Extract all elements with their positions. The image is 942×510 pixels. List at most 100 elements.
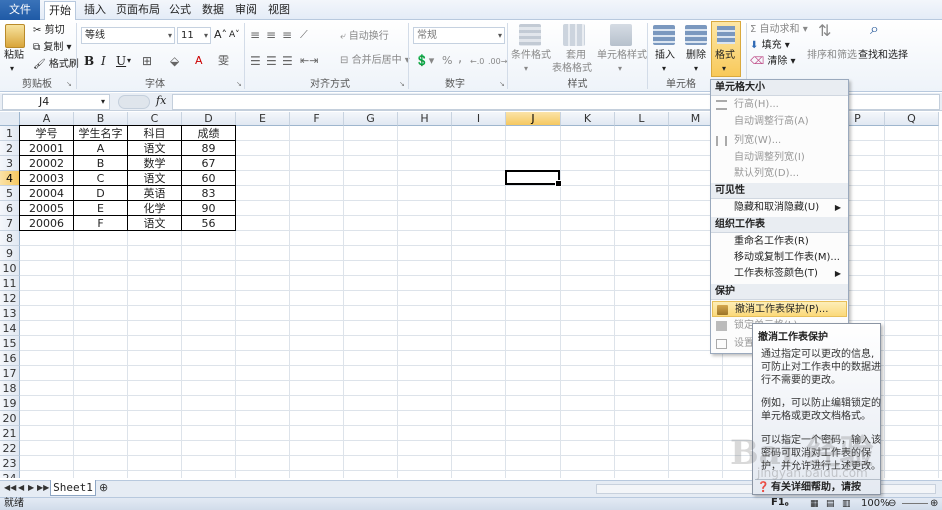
column-header-j[interactable]: J [506, 112, 561, 126]
column-header-k[interactable]: K [561, 112, 615, 126]
next-sheet-icon[interactable]: ▶ [28, 483, 34, 492]
column-header-q[interactable]: Q [885, 112, 939, 126]
row-header-3[interactable]: 3 [0, 156, 20, 171]
row-header-4[interactable]: 4 [0, 171, 20, 186]
tab-review[interactable]: 审阅 [231, 1, 261, 20]
cell-styles-icon[interactable] [610, 24, 632, 46]
row-header-24[interactable]: 24 [0, 471, 20, 478]
row-header-8[interactable]: 8 [0, 231, 20, 246]
insert-cells-icon[interactable] [653, 25, 675, 45]
page-layout-view-icon[interactable]: ▤ [826, 498, 835, 510]
copy-button[interactable]: ⧉ 复制 ▾ [33, 41, 72, 55]
bold-button[interactable]: B [84, 54, 94, 68]
column-header-d[interactable]: D [182, 112, 236, 126]
column-header-l[interactable]: L [615, 112, 669, 126]
column-header-a[interactable]: A [20, 112, 74, 126]
menu-item-tab-color[interactable]: 工作表标签颜色(T) ▶ [712, 266, 847, 282]
table-cell[interactable]: B [74, 156, 128, 171]
column-header-g[interactable]: G [344, 112, 398, 126]
align-center-icon[interactable]: ☰ [266, 54, 277, 68]
table-format-icon[interactable] [563, 24, 585, 46]
table-cell[interactable]: C [74, 171, 128, 186]
font-launcher-icon[interactable]: ↘ [236, 80, 242, 88]
table-cell[interactable]: 20006 [20, 216, 74, 231]
active-cell-j4[interactable] [505, 170, 562, 187]
increase-decimal-icon[interactable]: ←.0 [470, 55, 484, 69]
tab-data[interactable]: 数据 [198, 1, 228, 20]
phonetic-icon[interactable]: 雯 [218, 54, 229, 68]
insert-cells-button[interactable]: 插入 [655, 49, 675, 63]
select-all-corner[interactable] [0, 112, 20, 126]
number-launcher-icon[interactable]: ↘ [499, 80, 505, 88]
paste-icon[interactable] [5, 24, 25, 48]
tab-file[interactable]: 文件 [0, 0, 40, 20]
row-header-19[interactable]: 19 [0, 396, 20, 411]
wrap-text-button[interactable]: ⤶ 自动换行 [340, 30, 389, 44]
font-name-combo[interactable]: 等线 ▾ [81, 27, 175, 44]
tab-view[interactable]: 视图 [264, 1, 294, 20]
menu-item-autofit-col[interactable]: 自动调整列宽(I) [712, 150, 847, 166]
row-header-1[interactable]: 1 [0, 126, 20, 141]
indent-icon[interactable]: ⇤⇥ [300, 54, 318, 68]
first-sheet-icon[interactable]: ◀◀ [4, 483, 16, 492]
shrink-font-button[interactable]: A˅ [229, 28, 240, 42]
comma-button[interactable]: , [458, 52, 462, 66]
last-sheet-icon[interactable]: ▶▶ [37, 483, 49, 492]
menu-item-unprotect-sheet[interactable]: 撤消工作表保护(P)... [712, 301, 847, 317]
table-header-cell[interactable]: 学生名字 [74, 126, 128, 141]
page-break-view-icon[interactable]: ▥ [842, 498, 851, 510]
row-header-15[interactable]: 15 [0, 336, 20, 351]
sort-filter-icon[interactable]: ⇅ [818, 23, 831, 39]
percent-button[interactable]: % [442, 54, 452, 68]
table-cell[interactable]: 20004 [20, 186, 74, 201]
column-header-f[interactable]: F [290, 112, 344, 126]
sort-filter-button[interactable]: 排序和筛选 [807, 49, 857, 63]
column-header-i[interactable]: I [452, 112, 506, 126]
table-header-cell[interactable]: 成绩 [182, 126, 236, 141]
font-color-icon[interactable]: A [195, 54, 203, 68]
row-header-2[interactable]: 2 [0, 141, 20, 156]
table-cell[interactable]: 90 [182, 201, 236, 216]
decrease-decimal-icon[interactable]: .00→ [488, 55, 507, 69]
zoom-level[interactable]: 100% [861, 498, 890, 510]
zoom-in-icon[interactable]: ⊕ [930, 498, 938, 510]
column-header-h[interactable]: H [398, 112, 452, 126]
menu-item-hide-unhide[interactable]: 隐藏和取消隐藏(U) ▶ [712, 200, 847, 216]
format-painter-button[interactable]: 🖌 格式刷 [33, 58, 79, 72]
table-cell[interactable]: 化学 [128, 201, 182, 216]
name-box[interactable]: J4 ▾ [2, 94, 110, 110]
table-cell[interactable]: 20002 [20, 156, 74, 171]
table-cell[interactable]: 语文 [128, 216, 182, 231]
row-header-7[interactable]: 7 [0, 216, 20, 231]
row-header-23[interactable]: 23 [0, 456, 20, 471]
row-header-12[interactable]: 12 [0, 291, 20, 306]
merge-center-button[interactable]: ⊟ 合并后居中 ▾ [340, 54, 410, 68]
table-header-cell[interactable]: 学号 [20, 126, 74, 141]
fill-button[interactable]: ⬇ 填充 ▾ [750, 39, 790, 53]
row-header-9[interactable]: 9 [0, 246, 20, 261]
table-cell[interactable]: D [74, 186, 128, 201]
row-header-20[interactable]: 20 [0, 411, 20, 426]
conditional-format-icon[interactable] [519, 24, 541, 46]
conditional-format-button[interactable]: 条件格式 [511, 49, 551, 63]
tab-insert[interactable]: 插入 [80, 1, 110, 20]
format-button[interactable]: 格式 ▾ [711, 21, 741, 77]
insert-function-icon[interactable]: fx [156, 94, 166, 107]
underline-dropdown-icon[interactable]: ▾ [127, 54, 131, 68]
delete-cells-icon[interactable] [685, 25, 707, 45]
row-header-22[interactable]: 22 [0, 441, 20, 456]
prev-sheet-icon[interactable]: ◀ [18, 483, 24, 492]
table-cell[interactable]: 60 [182, 171, 236, 186]
menu-item-autofit-row[interactable]: 自动调整行高(A) [712, 114, 847, 130]
align-right-icon[interactable]: ☰ [282, 54, 293, 68]
menu-item-move-copy-sheet[interactable]: 移动或复制工作表(M)... [712, 250, 847, 266]
underline-button[interactable]: U [116, 54, 126, 68]
column-header-c[interactable]: C [128, 112, 182, 126]
table-cell[interactable]: A [74, 141, 128, 156]
table-cell[interactable]: 英语 [128, 186, 182, 201]
clear-button[interactable]: ⌫ 清除 ▾ [750, 55, 796, 69]
table-cell[interactable]: 20003 [20, 171, 74, 186]
formula-splitter[interactable] [118, 95, 150, 109]
font-size-combo[interactable]: 11 ▾ [177, 27, 211, 44]
table-cell[interactable]: 89 [182, 141, 236, 156]
